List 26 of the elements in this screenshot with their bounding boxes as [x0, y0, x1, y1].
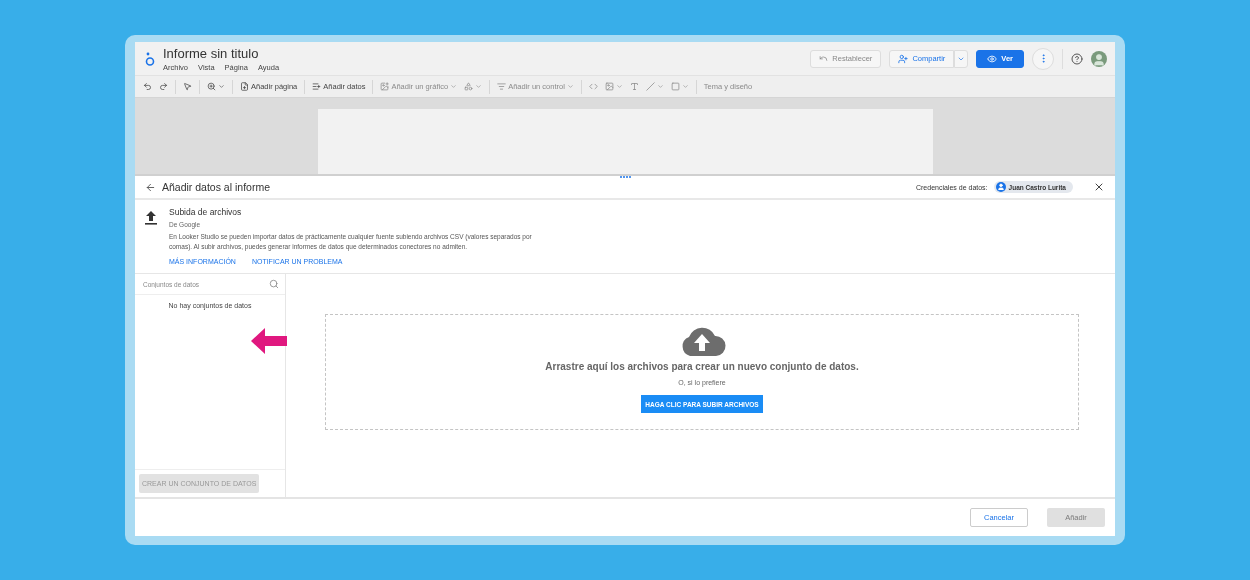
arrow-icon — [251, 328, 287, 354]
zoom-icon — [207, 82, 216, 91]
drop-message: Arrastre aquí los archivos para crear un nuevo conjunto de datos. — [545, 361, 859, 372]
shapes-icon — [464, 82, 474, 91]
search-icon[interactable] — [269, 279, 279, 289]
report-title[interactable]: Informe sin titulo — [163, 45, 803, 61]
more-button[interactable] — [1032, 47, 1054, 70]
logo-icon — [145, 50, 155, 67]
image-icon — [604, 82, 614, 91]
avatar[interactable] — [1091, 50, 1107, 67]
filter-icon — [497, 82, 507, 91]
back-icon[interactable] — [145, 181, 156, 193]
square-icon — [670, 82, 680, 91]
add-chart-icon — [380, 82, 390, 91]
line-icon — [645, 82, 655, 91]
person-icon — [995, 182, 1006, 192]
eye-icon — [987, 53, 998, 64]
close-icon[interactable] — [1093, 181, 1105, 193]
undo-icon — [819, 54, 829, 63]
upload-icon — [145, 210, 157, 226]
add-page-icon — [240, 82, 249, 91]
add-list-icon — [312, 82, 322, 91]
source-title: Subida de archivos — [169, 207, 243, 217]
panel-title: Añadir datos al informe — [162, 181, 271, 193]
help-icon[interactable] — [1071, 52, 1083, 65]
add-person-icon — [898, 53, 909, 64]
